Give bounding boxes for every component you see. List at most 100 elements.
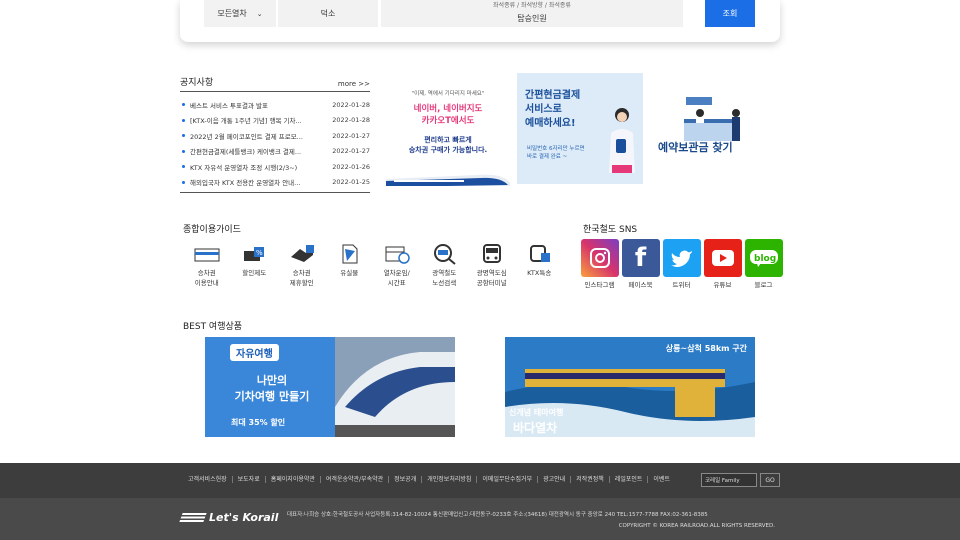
bullet-icon <box>182 134 185 138</box>
footer-link[interactable]: 이벤트 <box>648 476 675 483</box>
seat-passenger-field[interactable]: 좌석종류 / 좌석방향 / 좌석종류 탑승인원 <box>381 0 683 27</box>
footer-link[interactable]: 고객서비스헌장 <box>183 476 233 483</box>
bullet-icon <box>182 118 185 122</box>
guide-item-label: KTX특송 <box>527 269 552 277</box>
station-field[interactable]: 덕소 <box>278 0 378 27</box>
notice-item-date: 2022-01-28 <box>332 116 370 125</box>
handshake-icon <box>288 243 316 265</box>
page: 모든열차 ⌄ 덕소 좌석종류 / 좌석방향 / 좌석종류 탑승인원 조회 공지사… <box>0 0 960 540</box>
sns-label: 블로그 <box>754 281 773 289</box>
notice-item[interactable]: 해외입국자 KTX 전용칸 운영열차 안내... 2022-01-25 <box>180 175 370 191</box>
lost-item-icon <box>335 243 363 265</box>
route-search-icon <box>430 243 458 265</box>
footer-link[interactable]: 홈페이지이용약관 <box>266 476 321 483</box>
timetable-icon <box>383 243 411 265</box>
facebook-icon: f <box>621 239 660 277</box>
sns-twitter[interactable]: 트위터 <box>661 239 702 289</box>
footer-link[interactable]: 개인정보처리방침 <box>422 476 478 483</box>
svg-text:%: % <box>256 249 263 257</box>
company-info-text: 대표자:나희승 상호:한국철도공사 사업자등록:314-82-10024 통신판… <box>287 512 708 518</box>
banner-subtext-line1: 비밀번호 6자리만 누르면 <box>527 146 585 152</box>
banner-cash-payment[interactable]: 간편현금결제 서비스로 예매하세요! 비밀번호 6자리만 누르면 바로 결제 완… <box>517 73 643 184</box>
banner-subtext-line2: 바로 결제 완료 ~ <box>527 154 568 160</box>
search-button[interactable]: 조회 <box>705 0 755 27</box>
footer-link[interactable]: 보도자료 <box>233 476 266 483</box>
banner-headline-line1: 간편현금결제 <box>525 90 581 101</box>
ticket-icon <box>193 243 221 265</box>
notice-more-link[interactable]: more >> <box>338 80 370 88</box>
banner-tagline: "이제, 역에서 기다리지 마세요" <box>411 91 485 97</box>
banner-subtext-line1: 편리하고 빠르게 <box>424 136 472 144</box>
banner-headline-line2: 카카오T에서도 <box>421 116 475 126</box>
banner-reserve-deposit[interactable]: 예약보관금 찾기 <box>650 73 775 186</box>
notice-item[interactable]: 베스트 서비스 투표결과 발표 2022-01-28 <box>180 97 370 113</box>
family-site-select[interactable]: 코레일 Family <box>701 473 757 487</box>
notice-item[interactable]: 간편현금결제(세틀뱅크) 케이뱅크 결제... 2022-01-27 <box>180 144 370 160</box>
notice-item[interactable]: KTX 자유석 운영열차 조정 시행(2/3~) 2022-01-26 <box>180 159 370 175</box>
guide-item-delivery[interactable]: KTX특송 <box>516 243 564 288</box>
blog-icon: blog <box>744 239 783 277</box>
travel-headline-line1: 나만의 <box>256 374 288 387</box>
notice-item[interactable]: [KTX-이음 개통 1주년 기념] 행복 기차... 2022-01-28 <box>180 113 370 129</box>
train-illustration-icon <box>386 174 510 186</box>
bus-icon <box>478 243 506 265</box>
guide-item-partner[interactable]: 승차권 제휴할인 <box>278 243 326 288</box>
youtube-icon <box>703 239 742 277</box>
guide-item-airport[interactable]: 광명역도심 공항터미널 <box>468 243 516 288</box>
guide-item-ticket[interactable]: 승차권 이용안내 <box>183 243 231 288</box>
discount-icon: % <box>240 243 268 265</box>
sns-label: 트위터 <box>672 281 691 289</box>
travel-headline-line2: 기차여행 만들기 <box>234 390 310 403</box>
sns-facebook[interactable]: f 페이스북 <box>620 239 661 289</box>
bullet-icon <box>182 165 185 169</box>
sns-instagram[interactable]: 인스타그램 <box>579 239 620 289</box>
footer-links: 고객서비스헌장 보도자료 홈페이지이용약관 여객운송약관/부속약관 정보공개 개… <box>183 476 675 483</box>
banner-headline-line2: 서비스로 <box>525 104 562 115</box>
notice-item-title: [KTX-이음 개통 1주년 기념] 행복 기차... <box>190 117 302 126</box>
instagram-icon <box>580 239 619 277</box>
notice-item[interactable]: 2022년 2월 페이코포인트 결제 프로모... 2022-01-27 <box>180 128 370 144</box>
guide-item-label: 승차권 이용안내 <box>194 269 219 287</box>
travel-route: 상룡~삼척 58km 구간 <box>665 344 747 353</box>
family-go-button[interactable]: GO <box>760 473 780 487</box>
bullet-icon <box>182 103 185 107</box>
guide-item-timetable[interactable]: 열차운임/ 시간표 <box>373 243 421 288</box>
footer-link[interactable]: 광고안내 <box>538 476 572 483</box>
train-type-value: 모든열차 <box>217 9 247 18</box>
footer-link[interactable]: 이메일무단수집거부 <box>477 476 539 483</box>
travel-discount: 최대 35% 할인 <box>231 418 286 427</box>
sns-youtube[interactable]: 유튜브 <box>702 239 743 289</box>
travel-banner-free-trip[interactable]: 자유여행 나만의 기차여행 만들기 최대 35% 할인 <box>205 337 455 437</box>
notice-list: 베스트 서비스 투표결과 발표 2022-01-28 [KTX-이음 개통 1주년… <box>180 97 370 190</box>
bullet-icon <box>182 180 185 184</box>
guide-item-route[interactable]: 광역철도 노선검색 <box>421 243 469 288</box>
twitter-icon <box>662 239 701 277</box>
guide-item-lost[interactable]: 유실물 <box>326 243 374 288</box>
sns-label: 유튜브 <box>713 281 732 289</box>
seat-options-text: 좌석종류 / 좌석방향 / 좌석종류 <box>493 1 571 9</box>
banner-headline: 간편현금결제 서비스로 예매하세요! <box>525 89 580 131</box>
notice-item-title: 2022년 2월 페이코포인트 결제 프로모... <box>190 132 303 141</box>
guide-item-discount[interactable]: % 할인제도 <box>231 243 279 288</box>
notice-header: 공지사항 more >> <box>180 70 370 92</box>
notice-item-date: 2022-01-28 <box>332 100 370 109</box>
footer-link[interactable]: 레일포인트 <box>610 476 649 483</box>
travel-headline: 나만의 기차여행 만들기 <box>219 373 325 405</box>
footer-link[interactable]: 여객운송약관/부속약관 <box>321 476 390 483</box>
sns-links: 인스타그램 f 페이스북 트위터 유튜브 blog 블로그 <box>579 239 784 289</box>
banner-naver-kakao[interactable]: "이제, 역에서 기다리지 마세요" 네이버, 네이버지도 카카오T에서도 편리… <box>386 73 510 186</box>
travel-tag: 자유여행 <box>230 344 279 361</box>
travel-banner-sea-train[interactable]: 상룡~삼척 58km 구간 신개념 테마여행 바다열차 <box>505 337 755 437</box>
footer-link[interactable]: 저작권정책 <box>571 476 610 483</box>
logo-text: Let's Korail <box>209 511 279 524</box>
banner-subtext: 비밀번호 6자리만 누르면 바로 결제 완료 ~ <box>527 145 585 161</box>
svg-text:blog: blog <box>754 254 776 264</box>
station-value: 덕소 <box>320 9 336 18</box>
footer-link[interactable]: 정보공개 <box>389 476 423 483</box>
sns-blog[interactable]: blog 블로그 <box>743 239 784 289</box>
notice-item-title: KTX 자유석 운영열차 조정 시행(2/3~) <box>190 163 298 172</box>
sns-title: 한국철도 SNS <box>583 225 638 235</box>
train-type-select[interactable]: 모든열차 ⌄ <box>204 0 276 27</box>
chevron-down-icon: ⌄ <box>256 9 263 18</box>
best-title: BEST 여행상품 <box>183 322 243 332</box>
